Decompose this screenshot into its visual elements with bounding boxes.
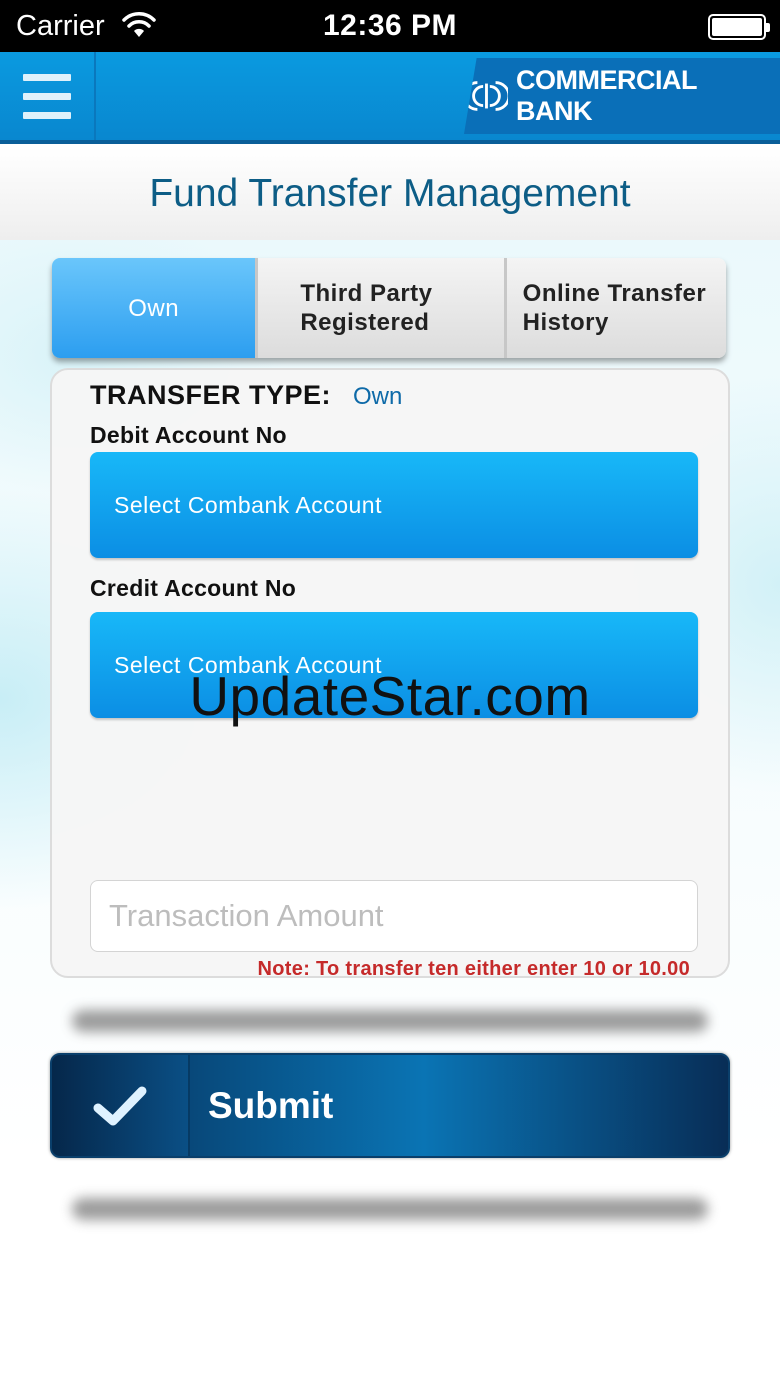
amount-note: Note: To transfer ten either enter 10 or… <box>257 958 690 980</box>
debit-account-select-text: Select Combank Account <box>114 491 382 518</box>
transaction-amount-input[interactable] <box>90 880 698 952</box>
bank-logo: COMMERCIAL BANK <box>464 58 780 134</box>
tab-online-transfer-history[interactable]: Online Transfer History <box>503 258 726 358</box>
status-time: 12:36 PM <box>322 9 458 42</box>
tab-third-party-registered[interactable]: Third Party Registered <box>255 258 504 358</box>
checkmark-icon <box>93 1086 147 1125</box>
submit-check-area <box>52 1055 190 1156</box>
menu-icon <box>23 73 71 81</box>
bank-logo-text: COMMERCIAL BANK <box>516 65 697 126</box>
transfer-tabs: Own Third Party Registered Online Transf… <box>52 258 726 358</box>
status-bar: Carrier 12:36 PM <box>0 0 780 52</box>
transfer-type-label: TRANSFER TYPE: <box>90 380 332 410</box>
tab-label: Third Party Registered <box>300 280 433 336</box>
credit-account-label: Credit Account No <box>90 575 297 601</box>
debit-account-select[interactable]: Select Combank Account <box>90 452 698 558</box>
tab-own[interactable]: Own <box>52 258 256 358</box>
divider-shadow <box>72 1010 708 1032</box>
debit-account-label: Debit Account No <box>90 422 287 448</box>
battery-icon <box>708 14 770 40</box>
bank-logo-icon <box>464 81 508 111</box>
page-title: Fund Transfer Management <box>149 172 631 215</box>
submit-label: Submit <box>208 1084 334 1126</box>
submit-button[interactable]: Submit <box>50 1053 730 1158</box>
transfer-type-value: Own <box>353 383 403 410</box>
hamburger-menu-button[interactable] <box>0 52 96 140</box>
divider-shadow <box>72 1198 708 1220</box>
title-bar: Fund Transfer Management <box>0 148 780 240</box>
app-header: COMMERCIAL BANK <box>0 52 780 144</box>
watermark-text: UpdateStar.com <box>189 665 591 727</box>
transfer-type-row: TRANSFER TYPE: Own <box>90 380 402 411</box>
tab-label: Online Transfer History <box>522 280 707 336</box>
tab-label: Own <box>128 294 180 322</box>
